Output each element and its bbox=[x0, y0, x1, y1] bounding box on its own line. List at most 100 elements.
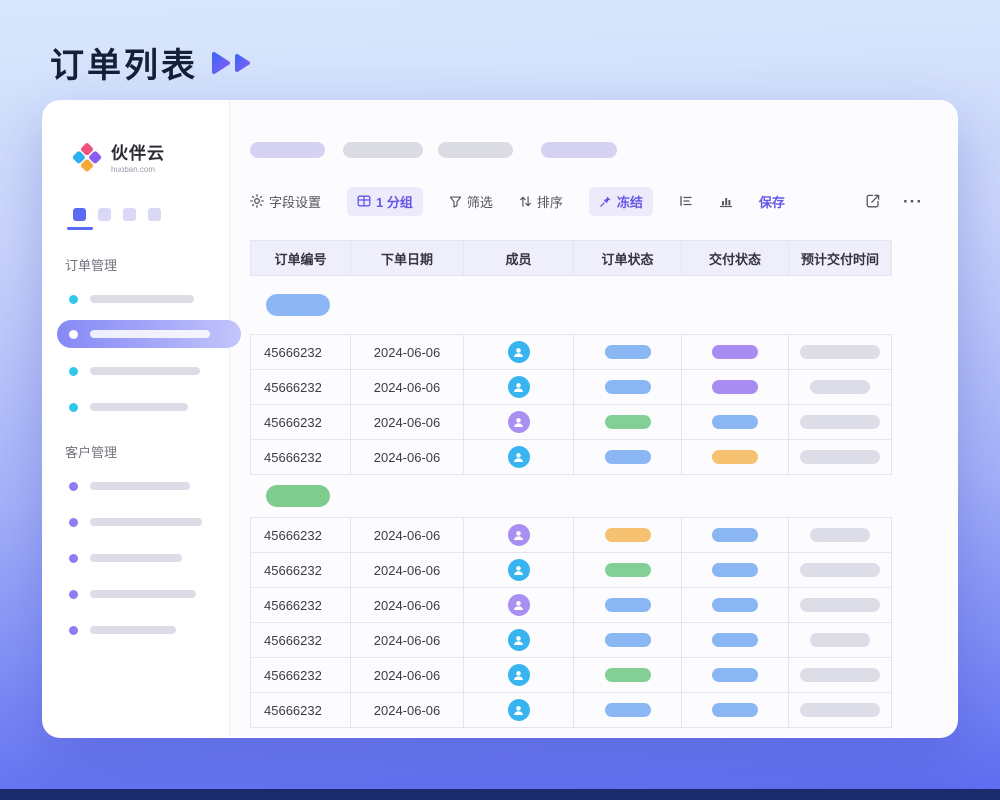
delivery-status-cell bbox=[682, 623, 789, 658]
main-content: 字段设置 1 分组 筛选 bbox=[230, 101, 957, 737]
person-icon bbox=[512, 529, 525, 542]
table-row[interactable]: 456662322024-06-06 bbox=[251, 440, 892, 475]
order-date-cell: 2024-06-06 bbox=[351, 588, 464, 623]
order-date-cell: 2024-06-06 bbox=[351, 370, 464, 405]
order-status-cell bbox=[574, 588, 682, 623]
field-settings-button[interactable]: 字段设置 bbox=[250, 192, 321, 211]
order-number-cell: 45666232 bbox=[251, 658, 351, 693]
sidebar-tab-3[interactable] bbox=[123, 208, 136, 221]
order-status-cell bbox=[574, 405, 682, 440]
member-avatar bbox=[508, 629, 530, 651]
order-date-cell: 2024-06-06 bbox=[351, 405, 464, 440]
logo[interactable]: 伙伴云 huoban.com bbox=[43, 139, 229, 174]
eta-cell bbox=[789, 588, 892, 623]
item-text-placeholder bbox=[90, 330, 210, 338]
item-dot bbox=[69, 626, 78, 635]
chart-button[interactable] bbox=[719, 194, 733, 208]
member-cell bbox=[464, 623, 574, 658]
table-row[interactable]: 456662322024-06-06 bbox=[251, 405, 892, 440]
table-row[interactable]: 456662322024-06-06 bbox=[251, 335, 892, 370]
eta-cell bbox=[789, 335, 892, 370]
sidebar-item[interactable] bbox=[43, 356, 229, 386]
order-date-cell: 2024-06-06 bbox=[351, 693, 464, 728]
delivery-status-cell bbox=[682, 693, 789, 728]
sidebar-section-label: 订单管理 bbox=[43, 255, 229, 274]
filter-funnel-icon bbox=[449, 195, 462, 208]
order-status-pill bbox=[605, 668, 651, 682]
column-header-delivery[interactable]: 交付状态 bbox=[682, 240, 789, 276]
delivery-status-cell bbox=[682, 370, 789, 405]
sort-label: 排序 bbox=[537, 192, 563, 211]
sidebar-tab-1[interactable] bbox=[73, 208, 86, 221]
delivery-status-cell bbox=[682, 335, 789, 370]
app-window: 伙伴云 huoban.com 订单管理客户管理 bbox=[42, 100, 958, 738]
column-header-member[interactable]: 成员 bbox=[464, 240, 574, 276]
sidebar-item[interactable] bbox=[43, 392, 229, 422]
sidebar-tab-2[interactable] bbox=[98, 208, 111, 221]
column-header-order-date[interactable]: 下单日期 bbox=[351, 240, 464, 276]
sidebar-item[interactable] bbox=[43, 507, 229, 537]
table-section: 456662322024-06-06456662322024-06-064566… bbox=[250, 517, 892, 728]
skeleton-pill bbox=[541, 142, 617, 158]
order-number-cell: 45666232 bbox=[251, 588, 351, 623]
logo-name: 伙伴云 bbox=[111, 139, 165, 164]
member-avatar bbox=[508, 446, 530, 468]
sidebar-item[interactable] bbox=[43, 615, 229, 645]
filter-button[interactable]: 筛选 bbox=[449, 192, 493, 211]
more-button[interactable]: ··· bbox=[903, 193, 923, 210]
table-row[interactable]: 456662322024-06-06 bbox=[251, 658, 892, 693]
order-status-pill bbox=[605, 633, 651, 647]
table-row[interactable]: 456662322024-06-06 bbox=[251, 693, 892, 728]
sidebar-item[interactable] bbox=[43, 471, 229, 501]
delivery-status-cell bbox=[682, 658, 789, 693]
column-header-order-no[interactable]: 订单编号 bbox=[251, 240, 351, 276]
freeze-button[interactable]: 冻结 bbox=[589, 187, 653, 216]
eta-cell bbox=[789, 623, 892, 658]
bottom-strip bbox=[0, 789, 1000, 800]
person-icon bbox=[512, 634, 525, 647]
order-number-cell: 45666232 bbox=[251, 693, 351, 728]
sort-arrows-icon bbox=[519, 195, 532, 208]
column-header-eta[interactable]: 预计交付时间 bbox=[789, 240, 892, 276]
order-status-cell bbox=[574, 553, 682, 588]
member-cell bbox=[464, 518, 574, 553]
indent-list-icon bbox=[679, 194, 693, 208]
group-header-row[interactable] bbox=[250, 475, 892, 517]
group-value-pill bbox=[266, 294, 330, 316]
save-button[interactable]: 保存 bbox=[759, 192, 785, 211]
table-row[interactable]: 456662322024-06-06 bbox=[251, 623, 892, 658]
column-header-order-status[interactable]: 订单状态 bbox=[574, 240, 682, 276]
group-header-row[interactable] bbox=[250, 276, 892, 334]
order-status-pill bbox=[605, 415, 651, 429]
table-row[interactable]: 456662322024-06-06 bbox=[251, 518, 892, 553]
delivery-status-pill bbox=[712, 380, 758, 394]
order-status-pill bbox=[605, 345, 651, 359]
sidebar-item-active[interactable] bbox=[57, 320, 241, 348]
order-status-cell bbox=[574, 693, 682, 728]
share-button[interactable] bbox=[865, 193, 881, 209]
sidebar-tab-4[interactable] bbox=[148, 208, 161, 221]
eta-placeholder-pill bbox=[810, 633, 870, 647]
delivery-status-pill bbox=[712, 345, 758, 359]
table-row[interactable]: 456662322024-06-06 bbox=[251, 588, 892, 623]
order-number-cell: 45666232 bbox=[251, 623, 351, 658]
item-dot bbox=[69, 330, 78, 339]
eta-placeholder-pill bbox=[800, 345, 880, 359]
sidebar-item[interactable] bbox=[43, 579, 229, 609]
order-date-cell: 2024-06-06 bbox=[351, 623, 464, 658]
sort-button[interactable]: 排序 bbox=[519, 192, 563, 211]
person-icon bbox=[512, 346, 525, 359]
table-row[interactable]: 456662322024-06-06 bbox=[251, 370, 892, 405]
skeleton-pill bbox=[438, 142, 513, 158]
delivery-status-pill bbox=[712, 415, 758, 429]
save-label: 保存 bbox=[759, 192, 785, 211]
order-status-pill bbox=[605, 380, 651, 394]
table-row[interactable]: 456662322024-06-06 bbox=[251, 553, 892, 588]
group-button[interactable]: 1 分组 bbox=[347, 187, 423, 216]
row-height-button[interactable] bbox=[679, 194, 693, 208]
person-icon bbox=[512, 669, 525, 682]
sidebar-section: 客户管理 bbox=[43, 442, 229, 645]
sidebar-item[interactable] bbox=[43, 284, 229, 314]
order-status-cell bbox=[574, 370, 682, 405]
sidebar-item[interactable] bbox=[43, 543, 229, 573]
